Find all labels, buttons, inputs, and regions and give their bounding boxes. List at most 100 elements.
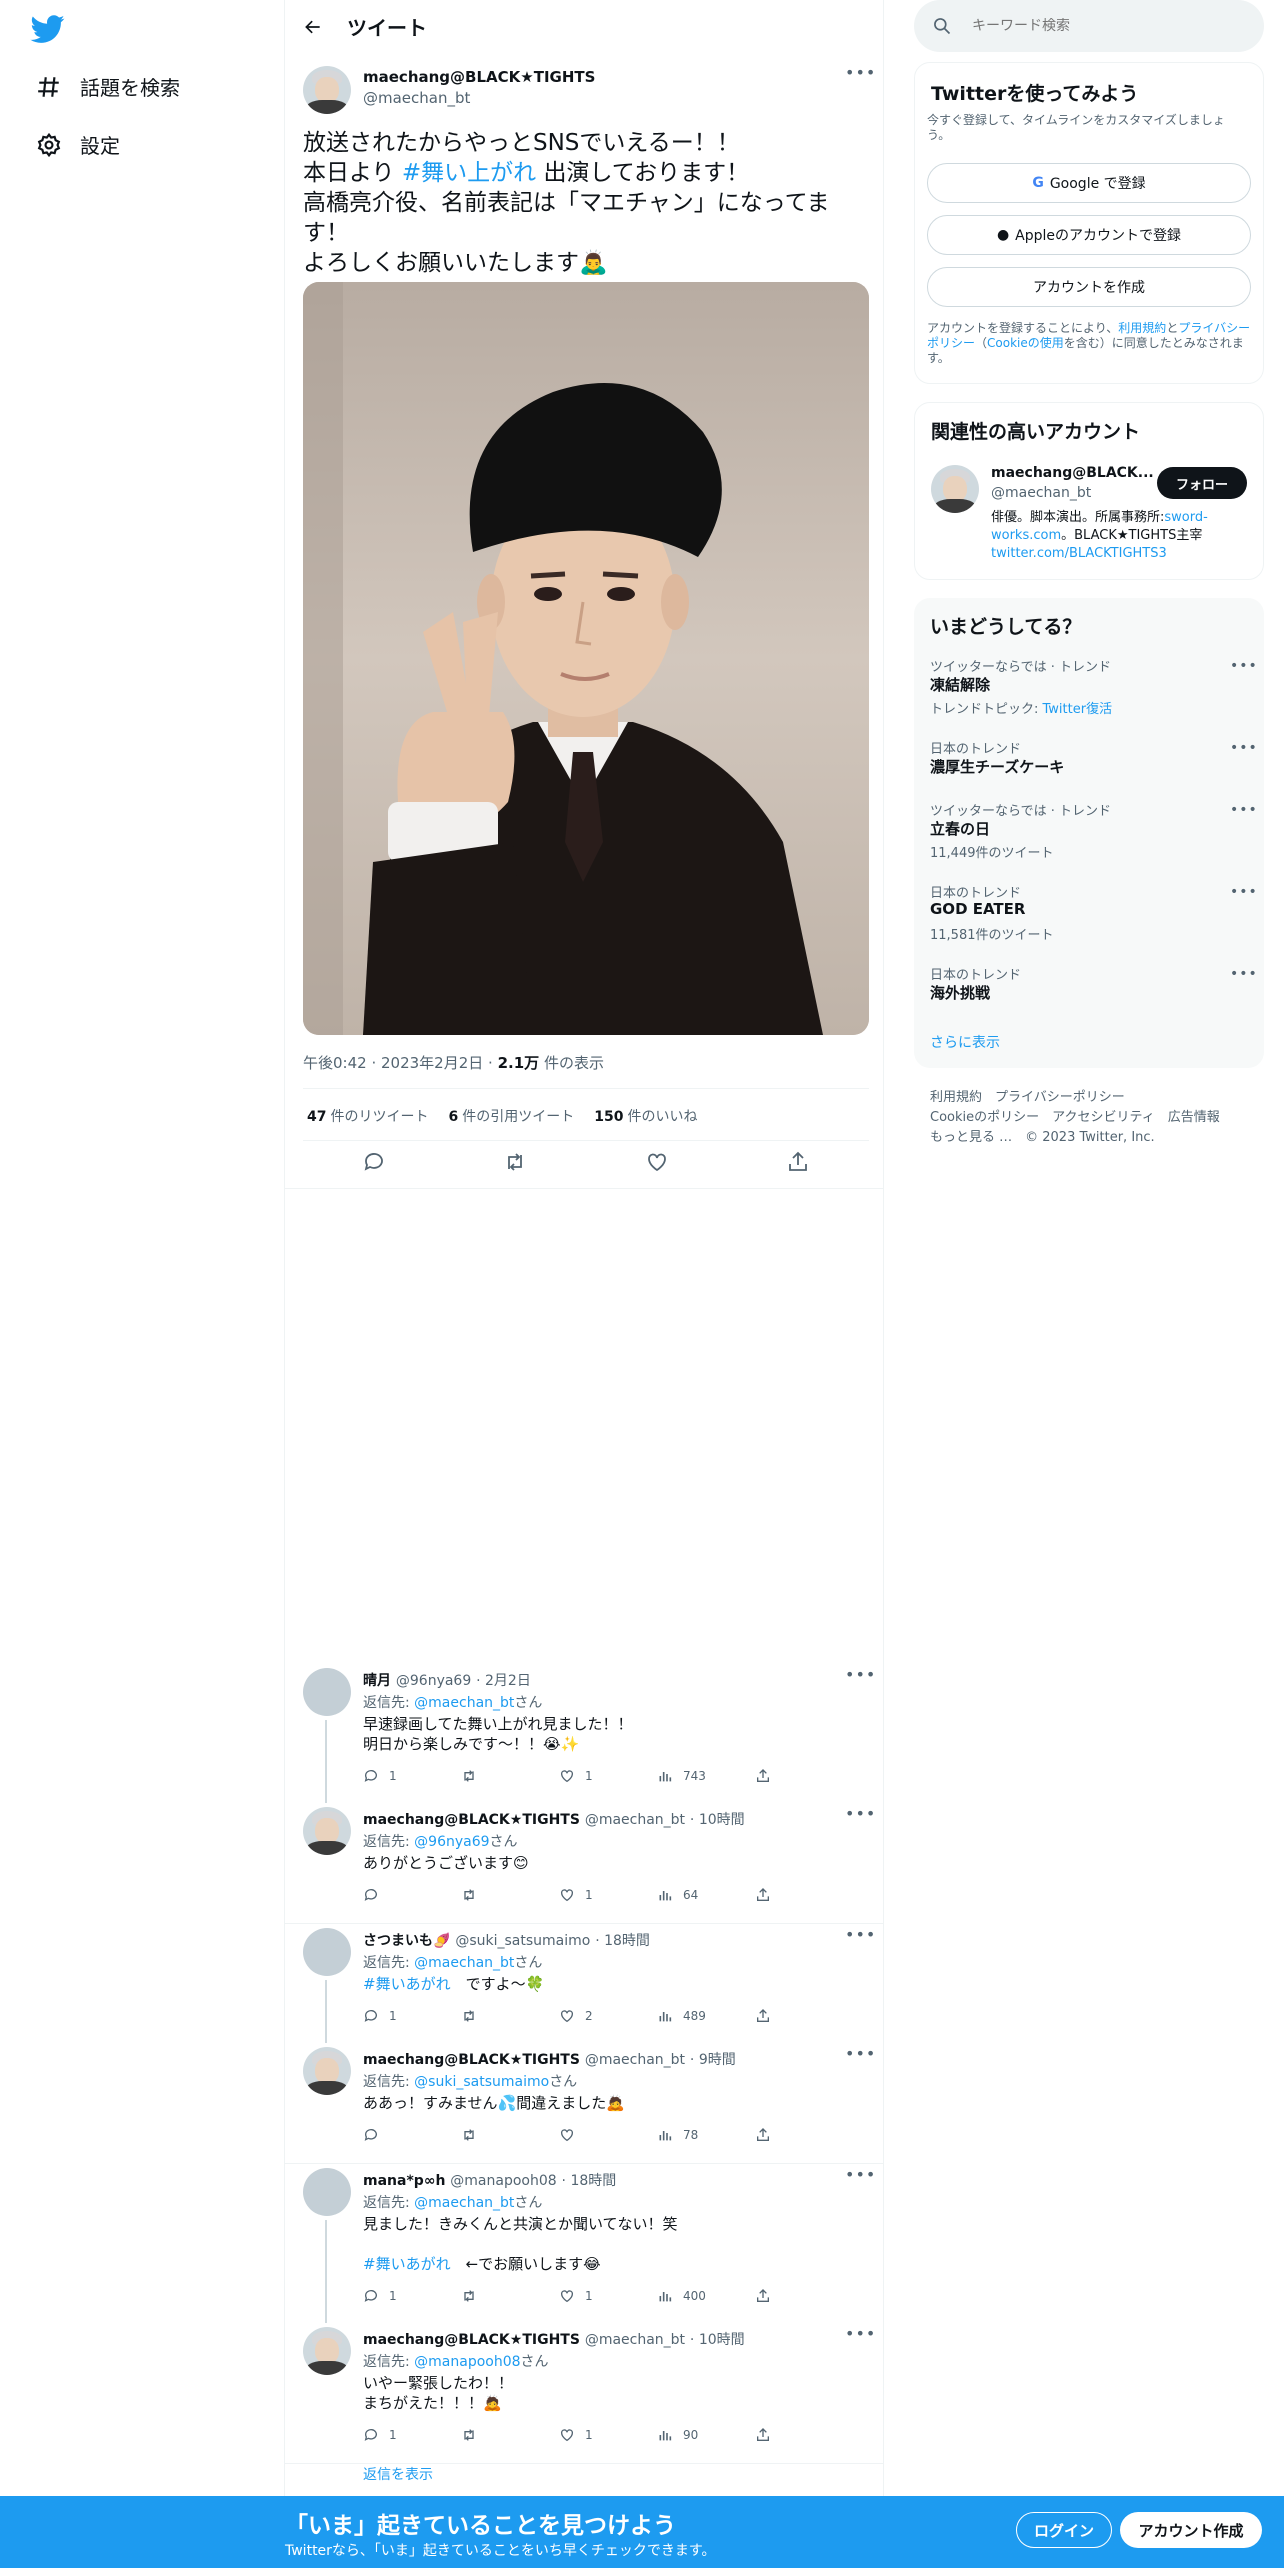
footer-links-3[interactable]: もっと見る … © 2023 Twitter, Inc. (930, 1126, 1155, 1145)
reply-button[interactable]: 1 (363, 2288, 397, 2304)
reply-avatar[interactable] (303, 2047, 351, 2095)
cookie-link[interactable]: Cookieの使用 (987, 336, 1064, 350)
related-avatar[interactable] (931, 465, 979, 513)
retweet-stat[interactable]: 47 件のリツイート (307, 1106, 428, 1126)
reply-avatar[interactable] (303, 2327, 351, 2375)
like-button[interactable] (559, 2127, 585, 2143)
tweet-date[interactable]: 2023年2月2日 (381, 1054, 483, 1072)
views-button[interactable]: 489 (657, 2008, 706, 2024)
footer-links-1[interactable]: 利用規約 プライバシーポリシー (930, 1086, 1125, 1105)
tweet-photo[interactable] (303, 282, 869, 1035)
retweet-button[interactable] (461, 2127, 487, 2143)
hashtag-link[interactable]: #舞いあがれ (363, 2255, 451, 2273)
more-options-icon[interactable]: ••• (845, 1927, 875, 1950)
more-options-icon[interactable]: ••• (1230, 966, 1258, 982)
author-avatar[interactable] (303, 66, 351, 114)
retweet-icon[interactable] (503, 1150, 527, 1174)
reply-button[interactable] (363, 2127, 389, 2143)
reply-author[interactable]: maechang@BLACK★TIGHTS @maechan_bt · 9時間 (363, 2049, 736, 2069)
reply-button[interactable] (363, 1887, 389, 1903)
create-account-button[interactable]: アカウントを作成 (927, 267, 1251, 307)
reply-to-link[interactable]: @manapooh08 (414, 2354, 520, 2370)
retweet-button[interactable] (461, 2427, 487, 2443)
more-options-icon[interactable]: ••• (845, 2326, 875, 2349)
signup-button[interactable]: アカウント作成 (1120, 2512, 1262, 2548)
nav-settings[interactable]: 設定 (36, 130, 120, 159)
more-options-icon[interactable]: ••• (1230, 802, 1258, 818)
share-button[interactable] (755, 2288, 781, 2304)
reply-to-link[interactable]: @96nya69 (414, 1834, 489, 1850)
share-button[interactable] (755, 2008, 781, 2024)
related-handle[interactable]: @maechan_bt (991, 485, 1091, 501)
more-options-icon[interactable]: ••• (845, 1667, 875, 1690)
search-input[interactable] (972, 18, 1232, 34)
like-button[interactable]: 1 (559, 2288, 593, 2304)
reply-button[interactable]: 1 (363, 2008, 397, 2024)
reply-avatar[interactable] (303, 1807, 351, 1855)
footer-links-2[interactable]: Cookieのポリシー アクセシビリティ 広告情報 (930, 1106, 1220, 1125)
reply-avatar[interactable] (303, 2168, 351, 2216)
reply-author[interactable]: 晴月 @96nya69 · 2月2日 (363, 1670, 531, 1690)
quote-stat[interactable]: 6 件の引用ツイート (448, 1106, 574, 1126)
views-button[interactable]: 743 (657, 1768, 706, 1784)
hashtag-link[interactable]: #舞いあがれ (363, 1975, 451, 1993)
share-button[interactable] (755, 1887, 781, 1903)
nav-explore[interactable]: 話題を検索 (36, 72, 180, 101)
reply-button[interactable]: 1 (363, 2427, 397, 2443)
terms-link[interactable]: 利用規約 (1118, 321, 1166, 335)
author-handle[interactable]: @maechan_bt (363, 89, 470, 107)
login-button[interactable]: ログイン (1016, 2512, 1112, 2548)
show-more-trends-link[interactable]: さらに表示 (930, 1032, 1000, 1052)
more-options-icon[interactable]: ••• (845, 2046, 875, 2069)
reply-author[interactable]: mana*p∞h @manapooh08 · 18時間 (363, 2170, 616, 2190)
reply-to-link[interactable]: @maechan_bt (414, 1955, 514, 1971)
more-options-icon[interactable]: ••• (1230, 658, 1258, 674)
reply-author[interactable]: maechang@BLACK★TIGHTS @maechan_bt · 10時間 (363, 1809, 745, 1829)
hashtag-link[interactable]: #舞い上がれ (402, 160, 536, 186)
more-options-icon[interactable]: ••• (1230, 884, 1258, 900)
like-stat[interactable]: 150 件のいいね (594, 1106, 697, 1126)
google-signup-button[interactable]: G Google で登録 (927, 163, 1251, 203)
like-button[interactable]: 2 (559, 2008, 593, 2024)
share-button[interactable] (755, 2127, 781, 2143)
author-name[interactable]: maechang@BLACK★TIGHTS (363, 68, 595, 86)
views-button[interactable]: 78 (657, 2127, 698, 2143)
reply-avatar[interactable] (303, 1668, 351, 1716)
trend-topic-link[interactable]: Twitter復活 (1043, 702, 1113, 717)
retweet-button[interactable] (461, 2008, 487, 2024)
more-options-icon[interactable]: ••• (845, 2167, 875, 2190)
views-button[interactable]: 64 (657, 1887, 698, 1903)
reply-button[interactable]: 1 (363, 1768, 397, 1784)
reply-avatar[interactable] (303, 1928, 351, 1976)
twitter-logo-icon[interactable] (30, 12, 66, 46)
follow-button[interactable]: フォロー (1157, 467, 1247, 499)
retweet-button[interactable] (461, 2288, 487, 2304)
share-button[interactable] (755, 1768, 781, 1784)
views-button[interactable]: 400 (657, 2288, 706, 2304)
retweet-button[interactable] (461, 1887, 487, 1903)
like-button[interactable]: 1 (559, 1768, 593, 1784)
bio-link[interactable]: twitter.com/BLACKTIGHTS3 (991, 546, 1167, 561)
reply-author[interactable]: maechang@BLACK★TIGHTS @maechan_bt · 10時間 (363, 2329, 745, 2349)
tweet-time[interactable]: 午後0:42 (303, 1054, 367, 1072)
reply-icon[interactable] (362, 1150, 386, 1174)
apple-signup-button[interactable]: ● Appleのアカウントで登録 (927, 215, 1251, 255)
share-button[interactable] (755, 2427, 781, 2443)
share-icon[interactable] (786, 1150, 810, 1174)
search-bar[interactable] (914, 0, 1264, 52)
reply-author[interactable]: さつまいも🍠 @suki_satsumaimo · 18時間 (363, 1930, 650, 1950)
more-options-icon[interactable]: ••• (845, 1806, 875, 1829)
retweet-button[interactable] (461, 1768, 487, 1784)
views-button[interactable]: 90 (657, 2427, 698, 2443)
reply-to-link[interactable]: @suki_satsumaimo (414, 2074, 549, 2090)
show-replies-link[interactable]: 返信を表示 (363, 2464, 433, 2484)
more-options-icon[interactable]: ••• (1230, 740, 1258, 756)
related-name[interactable]: maechang@BLACK... (991, 465, 1154, 481)
like-button[interactable]: 1 (559, 1887, 593, 1903)
more-options-icon[interactable]: ••• (845, 65, 875, 88)
like-icon[interactable] (645, 1150, 669, 1174)
reply-to-link[interactable]: @maechan_bt (414, 2195, 514, 2211)
like-button[interactable]: 1 (559, 2427, 593, 2443)
reply-to-link[interactable]: @maechan_bt (414, 1695, 514, 1711)
back-button[interactable] (295, 9, 331, 45)
